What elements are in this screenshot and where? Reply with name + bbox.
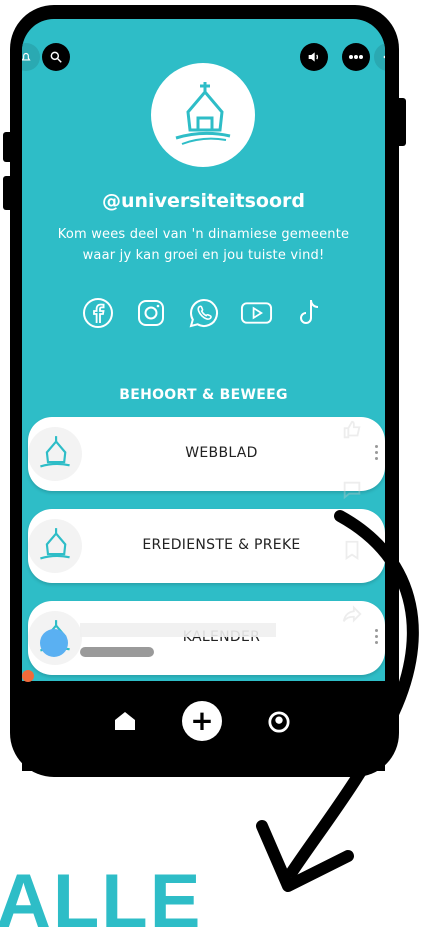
overlay-headline: ALLE xyxy=(0,859,203,944)
curved-arrow-graphic xyxy=(256,510,419,892)
